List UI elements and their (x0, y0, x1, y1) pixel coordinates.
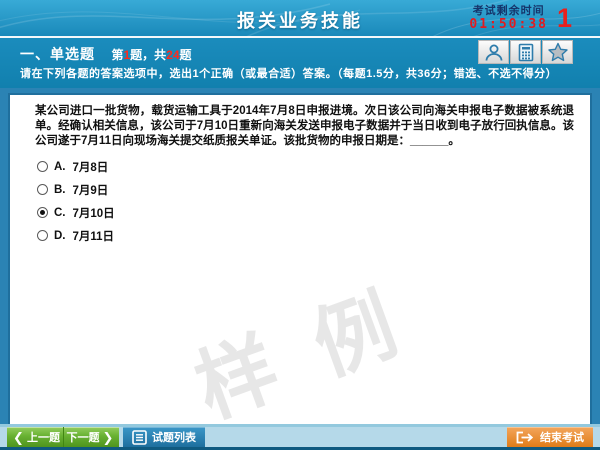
radio-icon[interactable] (37, 161, 48, 172)
end-exam-button[interactable]: 结束考试 (507, 427, 593, 447)
previous-question-button[interactable]: ❮ 上一题 (7, 427, 63, 447)
user-icon (484, 43, 504, 62)
timer-label: 考试剩余时间 (469, 4, 548, 18)
user-info-button[interactable] (478, 40, 509, 64)
radio-icon[interactable] (37, 230, 48, 241)
footer-main: ❮ 上一题 下一题 ❯ 试题列表 结束考试 (0, 427, 600, 447)
chevron-right-icon: ❯ (103, 431, 114, 444)
timer-value: 01:50:38 (469, 18, 548, 32)
option-b[interactable]: B. 7月9日 (37, 178, 590, 201)
star-icon (547, 42, 569, 62)
radio-icon[interactable] (37, 184, 48, 195)
next-question-button[interactable]: 下一题 ❯ (63, 427, 119, 447)
header-bar: 报关业务技能 考试剩余时间 01:50:38 1 (0, 0, 600, 36)
section-title: 一、单选题 (20, 46, 95, 62)
main-area: 某公司进口一批货物，载货运输工具于2014年7月8日申报进境。次日该公司向海关申… (0, 88, 600, 424)
radio-icon[interactable] (37, 207, 48, 218)
option-d[interactable]: D. 7月11日 (37, 224, 590, 247)
bookmark-button[interactable] (542, 40, 573, 64)
options-list: A. 7月8日 B. 7月9日 C. 7月10日 D. 7月11日 (37, 155, 590, 247)
question-list-button[interactable]: 试题列表 (123, 427, 205, 447)
option-a[interactable]: A. 7月8日 (37, 155, 590, 178)
calculator-icon (517, 43, 535, 62)
section-bar: 一、单选题 第1题，共24题 请在下列各题的答案选项中，选出1个正确（或最合适）… (0, 38, 600, 88)
question-panel: 某公司进口一批货物，载货运输工具于2014年7月8日申报进境。次日该公司向海关申… (8, 93, 592, 424)
sample-watermark: 样例 (178, 246, 453, 424)
section-instructions: 请在下列各题的答案选项中，选出1个正确（或最合适）答案。（每题1.5分，共36分… (20, 65, 557, 81)
question-text: 某公司进口一批货物，载货运输工具于2014年7月8日申报进境。次日该公司向海关申… (35, 104, 574, 149)
exam-timer: 考试剩余时间 01:50:38 (469, 4, 548, 32)
question-nav-group: ❮ 上一题 下一题 ❯ (7, 427, 119, 447)
list-icon (132, 430, 147, 445)
question-progress: 第1题，共24题 (111, 48, 191, 62)
toolbar (477, 40, 573, 64)
question-counter-badge: 1 (557, 3, 572, 33)
total-question-number: 24 (166, 48, 179, 62)
calculator-button[interactable] (510, 40, 541, 64)
exit-icon (516, 431, 534, 444)
section-heading: 一、单选题 第1题，共24题 (20, 44, 192, 64)
footer-bar: ❮ 上一题 下一题 ❯ 试题列表 结束考试 (0, 424, 600, 450)
chevron-left-icon: ❮ (13, 431, 24, 444)
option-c[interactable]: C. 7月10日 (37, 201, 590, 224)
